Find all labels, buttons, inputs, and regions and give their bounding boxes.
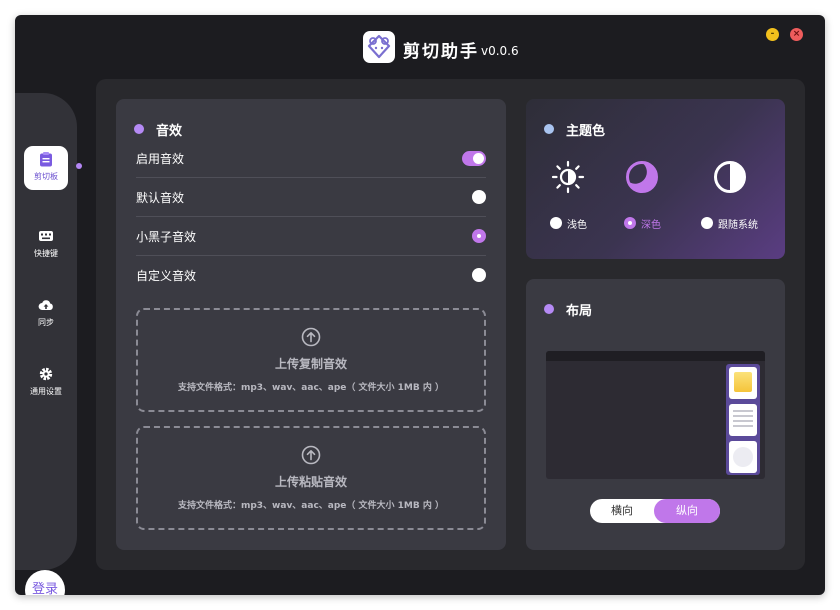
app-logo-icon	[363, 31, 395, 63]
system-theme-radio[interactable]	[701, 217, 713, 229]
login-button[interactable]: 登录	[25, 570, 65, 595]
row-label: 小黑子音效	[136, 230, 197, 244]
sound-panel: 音效 启用音效 默认音效 小黑子音效 自定义音效 上传复制音效 支持文件格式：m…	[116, 99, 506, 550]
clipboard-icon	[38, 151, 54, 167]
upload-copy-hint: 支持文件格式：mp3、wav、aac、ape（ 文件大小 1MB 内 ）	[177, 383, 445, 393]
sidebar-item-label: 快捷键	[34, 249, 58, 258]
row-label: 默认音效	[136, 191, 185, 205]
minimize-button[interactable]: -	[766, 28, 779, 41]
app-version: v0.0.6	[481, 44, 519, 58]
sun-icon	[550, 159, 586, 195]
sidebar-item-shortcuts[interactable]: 快捷键	[24, 223, 68, 267]
cloud-upload-icon	[38, 297, 54, 313]
upload-paste-title: 上传粘贴音效	[274, 475, 347, 489]
title-bar: 剪切助手 v0.0.6 - ×	[15, 15, 825, 75]
sound-title: 音效	[156, 124, 183, 139]
preview-topbar	[546, 351, 765, 361]
option-label: 深色	[641, 220, 661, 231]
upload-paste-sound-area[interactable]: 上传粘贴音效 支持文件格式：mp3、wav、aac、ape（ 文件大小 1MB …	[136, 426, 486, 530]
xiaoheizi-sound-radio[interactable]	[472, 229, 486, 243]
main-content: 音效 启用音效 默认音效 小黑子音效 自定义音效 上传复制音效 支持文件格式：m…	[96, 79, 805, 570]
upload-copy-title: 上传复制音效	[274, 357, 347, 371]
sidebar-item-label: 同步	[38, 318, 54, 327]
keyboard-icon	[38, 228, 54, 244]
sidebar: 剪切板 快捷键 同步 通用设置 登录	[15, 93, 77, 595]
row-label: 启用音效	[136, 152, 185, 166]
upload-arrow-icon	[301, 445, 321, 465]
enable-sound-toggle[interactable]	[462, 151, 486, 166]
layout-vertical-option[interactable]: 纵向	[654, 499, 720, 523]
theme-title: 主题色	[566, 124, 606, 139]
preview-sidebar	[726, 364, 760, 475]
app-title: 剪切助手	[403, 42, 479, 62]
preview-card	[729, 404, 757, 436]
section-bullet	[134, 124, 144, 134]
preview-card	[729, 441, 757, 473]
dark-theme-radio[interactable]	[624, 217, 636, 229]
sidebar-item-sync[interactable]: 同步	[24, 292, 68, 336]
section-bullet	[544, 124, 554, 134]
active-indicator	[76, 163, 82, 169]
row-custom-sound[interactable]: 自定义音效	[136, 255, 486, 294]
layout-horizontal-option[interactable]: 横向	[590, 499, 654, 523]
light-theme-radio[interactable]	[550, 217, 562, 229]
row-default-sound[interactable]: 默认音效	[136, 177, 486, 217]
sidebar-item-settings[interactable]: 通用设置	[24, 361, 68, 405]
layout-segmented-control: 横向 纵向	[590, 499, 720, 523]
toggle-knob	[473, 153, 484, 164]
moon-icon	[624, 159, 660, 195]
default-sound-radio[interactable]	[472, 190, 486, 204]
option-label: 浅色	[567, 220, 587, 231]
gear-icon	[38, 366, 54, 382]
layout-title: 布局	[566, 304, 593, 319]
upload-copy-sound-area[interactable]: 上传复制音效 支持文件格式：mp3、wav、aac、ape（ 文件大小 1MB …	[136, 308, 486, 412]
sidebar-item-clipboard[interactable]: 剪切板	[24, 146, 68, 190]
row-xiaoheizi-sound[interactable]: 小黑子音效	[136, 216, 486, 256]
contrast-icon	[712, 159, 748, 195]
layout-panel: 布局 横向 纵向	[526, 279, 785, 550]
layout-preview	[546, 351, 765, 479]
upload-arrow-icon	[301, 327, 321, 347]
preview-card	[729, 367, 757, 399]
close-button[interactable]: ×	[790, 28, 803, 41]
custom-sound-radio[interactable]	[472, 268, 486, 282]
row-label: 自定义音效	[136, 269, 197, 283]
sidebar-item-label: 通用设置	[30, 387, 62, 396]
theme-panel: 主题色 浅色 深色 跟随系统	[526, 99, 785, 259]
row-enable-sound[interactable]: 启用音效	[136, 138, 486, 178]
section-bullet	[544, 304, 554, 314]
sidebar-item-label: 剪切板	[34, 172, 58, 181]
upload-paste-hint: 支持文件格式：mp3、wav、aac、ape（ 文件大小 1MB 内 ）	[177, 501, 445, 511]
option-label: 跟随系统	[718, 220, 758, 231]
app-window: 剪切助手 v0.0.6 - × 剪切板 快捷键 同步 通用设置 登录 音效 启用…	[15, 15, 825, 595]
